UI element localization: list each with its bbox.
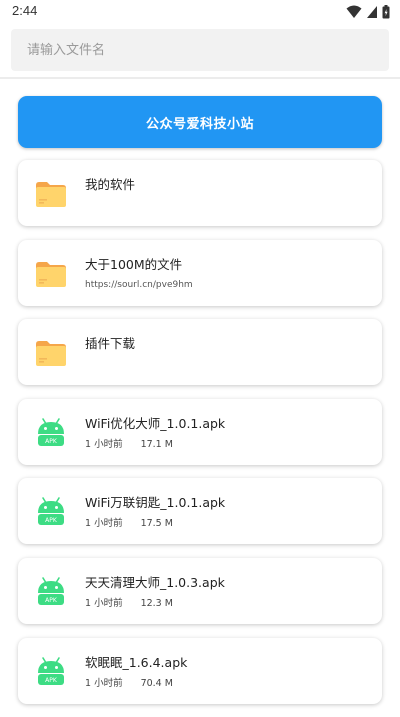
item-name: 大于100M的文件 [85, 256, 183, 272]
divider [0, 77, 400, 79]
item-name: 天天清理大师_1.0.3.apk [85, 574, 225, 590]
signal-icon [367, 6, 377, 18]
file-list: 我的软件 大于100M的文件 https://sourl.cn/pve9hm 插… [18, 160, 382, 717]
search-bar [0, 24, 400, 78]
search-input[interactable] [25, 41, 379, 59]
promo-banner-button[interactable]: 公众号爱科技小站 [18, 96, 382, 148]
list-item-folder[interactable]: 插件下载 [18, 319, 382, 386]
apk-android-icon: APK [38, 417, 64, 446]
promo-banner-label: 公众号爱科技小站 [145, 116, 254, 132]
status-bar: 2:44 [0, 0, 400, 24]
item-size: 17.1 M [140, 438, 173, 450]
status-icons [346, 4, 390, 20]
list-item-apk[interactable]: APK WiFi万联钥匙_1.0.1.apk 1 小时前 17.5 M [18, 478, 382, 545]
status-time: 2:44 [12, 3, 38, 18]
item-time: 1 小时前 [85, 438, 123, 450]
item-size: 17.5 M [140, 518, 173, 530]
folder-icon [36, 261, 66, 287]
item-name: 软眠眠_1.6.4.apk [85, 654, 188, 670]
apk-android-icon: APK [38, 497, 64, 526]
apk-badge-text: APK [45, 597, 58, 604]
item-name: WiFi万联钥匙_1.0.1.apk [85, 495, 226, 511]
apk-android-icon: APK [38, 577, 64, 605]
item-meta: 1 小时前 17.5 M [85, 515, 173, 529]
apk-badge-text: APK [45, 438, 58, 445]
item-name: 插件下载 [85, 336, 136, 352]
list-item-apk[interactable]: APK 天天清理大师_1.0.3.apk 1 小时前 12.3 M [18, 557, 382, 624]
wifi-icon [346, 5, 362, 18]
folder-icon [36, 341, 66, 367]
item-time: 1 小时前 [85, 518, 123, 530]
apk-badge-text: APK [45, 677, 58, 684]
item-name: 我的软件 [85, 177, 136, 192]
item-name: WiFi优化大师_1.0.1.apk [85, 415, 226, 431]
apk-android-icon: APK [38, 656, 64, 685]
list-item-apk[interactable]: APK WiFi优化大师_1.0.1.apk 1 小时前 17.1 M [18, 398, 382, 465]
item-size: 12.3 M [140, 597, 173, 609]
item-subtitle-link[interactable]: https://sourl.cn/pve9hm [85, 280, 193, 290]
list-item-apk[interactable]: APK 软眠眠_1.6.4.apk 1 小时前 70.4 M [18, 637, 382, 704]
item-time: 1 小时前 [85, 677, 123, 689]
item-size: 70.4 M [140, 677, 173, 689]
item-meta: 1 小时前 12.3 M [85, 595, 173, 609]
item-time: 1 小时前 [85, 597, 123, 609]
item-meta: 1 小时前 17.1 M [85, 436, 173, 450]
search-box[interactable] [11, 29, 389, 71]
battery-icon [382, 5, 390, 19]
apk-badge-text: APK [45, 517, 58, 524]
item-meta: 1 小时前 70.4 M [85, 675, 173, 689]
list-item-folder[interactable]: 我的软件 [18, 160, 382, 226]
list-item-folder[interactable]: 大于100M的文件 https://sourl.cn/pve9hm [18, 239, 382, 306]
folder-icon [36, 182, 66, 207]
